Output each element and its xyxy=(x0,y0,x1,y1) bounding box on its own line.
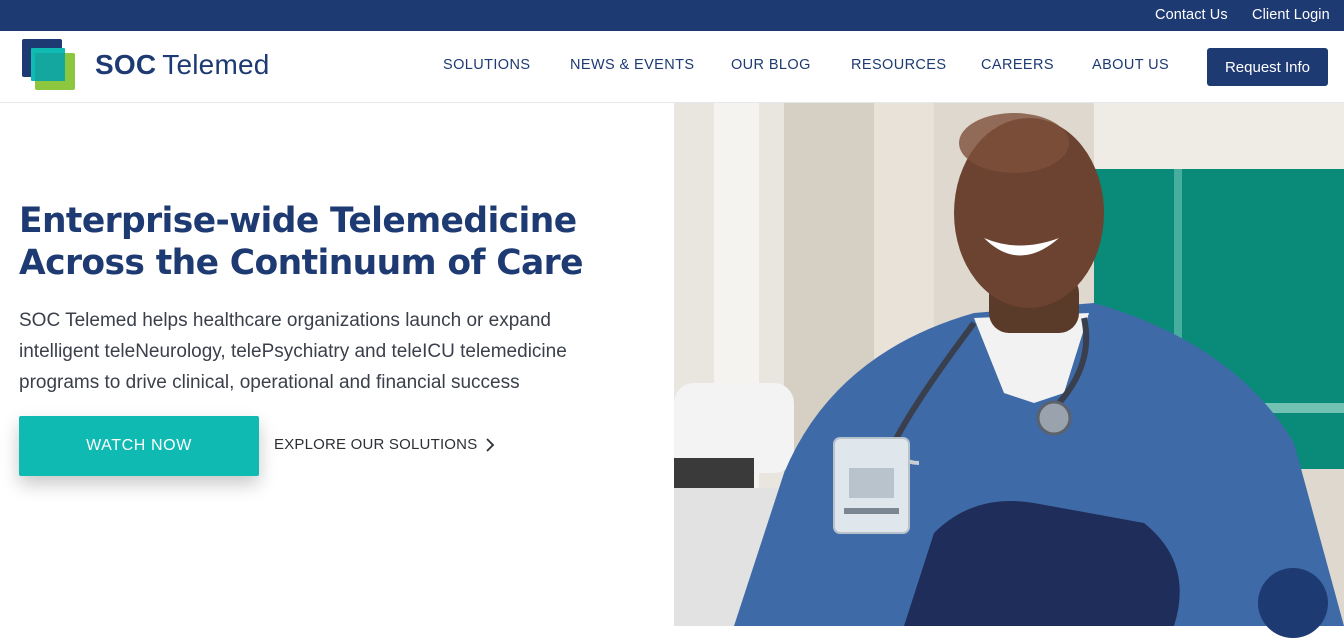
watch-now-button[interactable]: WATCH NOW xyxy=(19,416,259,476)
chat-bubble-icon[interactable] xyxy=(1258,568,1328,638)
hero-description-line: intelligent teleNeurology, telePsychiatr… xyxy=(19,341,567,362)
hero-description: SOC Telemed helps healthcare organizatio… xyxy=(19,305,619,398)
request-info-button[interactable]: Request Info xyxy=(1207,48,1328,86)
chevron-right-icon xyxy=(486,437,495,452)
hero-title: Enterprise-wide Telemedicine Across the … xyxy=(19,200,639,284)
hero-title-line: Across the Continuum of Care xyxy=(19,243,583,283)
doctor-photo xyxy=(674,103,1344,626)
hero-description-line: SOC Telemed helps healthcare organizatio… xyxy=(19,310,551,331)
explore-solutions-label: EXPLORE OUR SOLUTIONS xyxy=(274,436,478,453)
hero-image xyxy=(674,103,1344,626)
nav-item-solutions[interactable]: SOLUTIONS xyxy=(443,57,530,73)
nav-item-careers[interactable]: CAREERS xyxy=(981,57,1054,73)
hero-description-line: programs to drive clinical, operational … xyxy=(19,372,520,393)
nav-item-resources[interactable]: RESOURCES xyxy=(851,57,946,73)
explore-solutions-link[interactable]: EXPLORE OUR SOLUTIONS xyxy=(274,436,495,453)
contact-us-link[interactable]: Contact Us xyxy=(1155,7,1228,23)
nav-item-our-blog[interactable]: OUR BLOG xyxy=(731,57,811,73)
utility-bar: Contact Us Client Login xyxy=(0,0,1344,31)
logo[interactable]: SOC Telemed xyxy=(22,39,282,91)
nav-item-news-events[interactable]: NEWS & EVENTS xyxy=(570,57,694,73)
site-header: SOC Telemed SOLUTIONS NEWS & EVENTS OUR B… xyxy=(0,31,1344,103)
logo-text-bold: SOC xyxy=(95,49,157,80)
logo-mark-icon xyxy=(22,39,75,90)
hero-title-line: Enterprise-wide Telemedicine xyxy=(19,201,577,241)
logo-text-light: Telemed xyxy=(162,49,270,80)
nav-item-about-us[interactable]: ABOUT US xyxy=(1092,57,1169,73)
client-login-link[interactable]: Client Login xyxy=(1252,7,1330,23)
logo-wordmark: SOC Telemed xyxy=(95,49,270,81)
